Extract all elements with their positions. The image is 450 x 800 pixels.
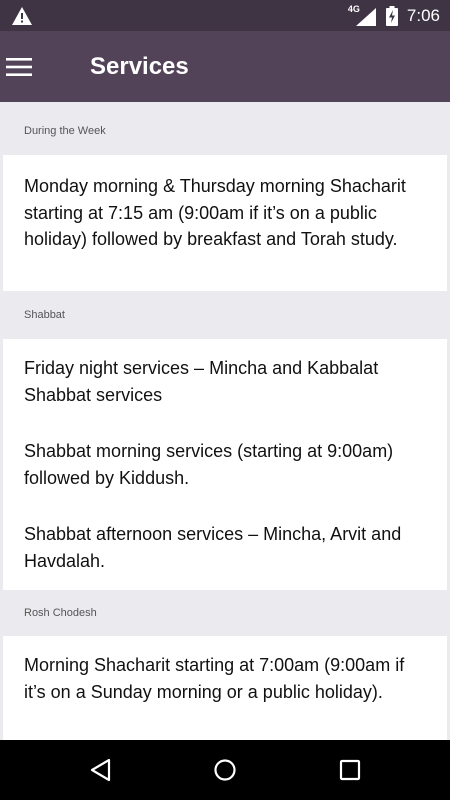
section-header-rosh-chodesh: Rosh Chodesh <box>3 590 447 636</box>
page-title: Services <box>90 53 189 80</box>
list-item: Morning Shacharit starting at 7:00am (9:… <box>24 655 405 702</box>
recents-icon[interactable] <box>337 758 363 782</box>
status-time: 7:06 <box>406 5 440 25</box>
section-header-during-the-week: During the Week <box>3 107 447 155</box>
app-bar: Services <box>0 31 450 102</box>
warning-icon <box>12 7 32 25</box>
battery-charging-icon <box>385 5 398 26</box>
back-icon[interactable] <box>88 758 114 782</box>
home-icon[interactable] <box>212 758 238 782</box>
status-bar: 4G 7:06 <box>0 0 450 31</box>
section-header-shabbat: Shabbat <box>3 291 447 339</box>
list-item: Shabbat morning services (starting at 9:… <box>24 441 394 488</box>
list-item: Shabbat afternoon services – Mincha, Arv… <box>24 524 402 571</box>
signal-icon <box>355 7 376 26</box>
status-icons: 4G 7:06 <box>348 0 440 31</box>
list-item: Friday night services – Mincha and Kabba… <box>24 358 379 405</box>
network-indicator: 4G <box>348 4 376 26</box>
menu-icon[interactable] <box>6 57 32 77</box>
services-list: During the Week Monday morning & Thursda… <box>3 107 447 740</box>
navigation-bar <box>0 740 450 800</box>
list-item: Monday morning & Thursday morning Shacha… <box>24 176 406 249</box>
